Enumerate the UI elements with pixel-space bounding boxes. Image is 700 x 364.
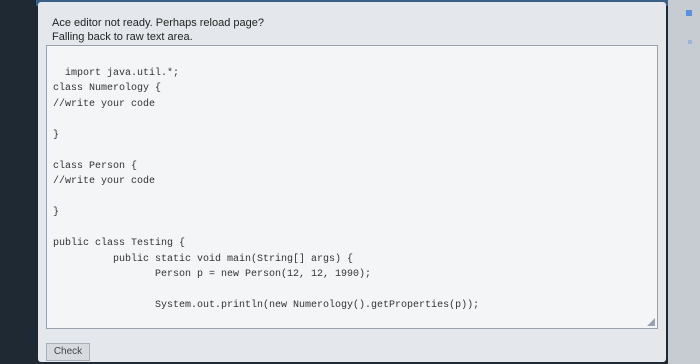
code-content: import java.util.*; class Numerology { /… (53, 67, 480, 312)
resize-handle-icon[interactable] (647, 318, 655, 326)
editor-status-message: Ace editor not ready. Perhaps reload pag… (52, 16, 264, 44)
status-line-1: Ace editor not ready. Perhaps reload pag… (52, 17, 264, 29)
edge-marker (686, 10, 692, 16)
code-textarea[interactable]: import java.util.*; class Numerology { /… (46, 45, 658, 329)
check-button[interactable]: Check (46, 343, 90, 361)
screen-edge (668, 0, 700, 364)
edge-marker-small (688, 40, 692, 44)
status-line-2: Falling back to raw text area. (52, 31, 193, 43)
